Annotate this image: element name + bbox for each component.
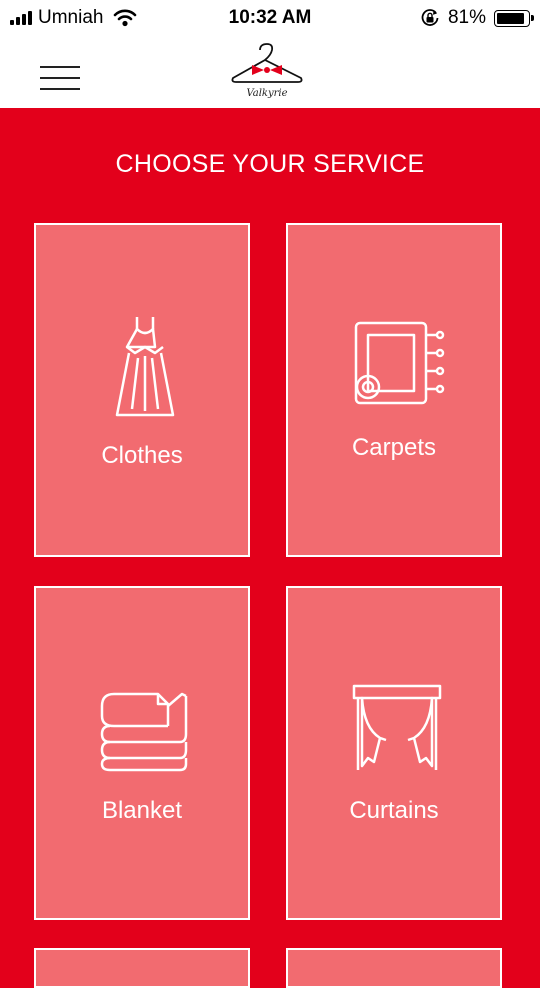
curtains-icon [352, 684, 442, 770]
status-bar: Umniah 10:32 AM 81% [0, 0, 540, 36]
logo-text: Valkyrie [246, 88, 288, 99]
service-card-carpets[interactable]: Carpets [286, 223, 502, 557]
service-card-partial[interactable] [34, 948, 250, 988]
battery-percent: 81% [447, 7, 486, 28]
service-card-partial[interactable] [286, 948, 502, 988]
valkyrie-logo: Valkyrie [228, 40, 306, 104]
orientation-lock-icon [421, 9, 439, 26]
hanger-bowtie-icon [231, 43, 303, 83]
service-card-clothes[interactable]: Clothes [34, 223, 250, 557]
service-label-curtains: Curtains [349, 797, 439, 824]
service-label-carpets: Carpets [351, 434, 437, 461]
carpet-icon [354, 321, 445, 405]
service-label-blanket: Blanket [101, 797, 183, 824]
hamburger-menu-icon[interactable] [40, 64, 82, 92]
battery-icon [494, 9, 534, 27]
app-header: Valkyrie [0, 36, 540, 108]
service-label-clothes: Clothes [101, 442, 183, 469]
status-right: 81% [420, 7, 534, 29]
service-card-curtains[interactable]: Curtains [286, 586, 502, 920]
dress-icon [115, 317, 175, 417]
page-title: CHOOSE YOUR SERVICE [115, 150, 425, 178]
service-card-blanket[interactable]: Blanket [34, 586, 250, 920]
blanket-icon [100, 692, 188, 772]
